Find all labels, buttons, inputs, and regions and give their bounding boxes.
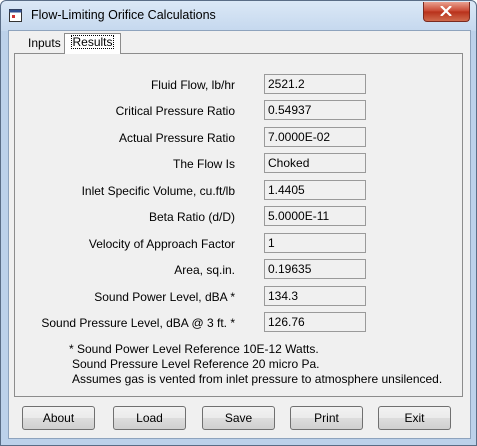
result-row-actual-pressure-ratio: Actual Pressure Ratio 7.0000E-02: [15, 127, 462, 149]
tab-inputs[interactable]: Inputs: [25, 35, 64, 52]
dialog-client-area: Inputs Results Fluid Flow, lb/hr 2521.2 …: [8, 30, 471, 439]
actual-pressure-ratio-field[interactable]: 7.0000E-02: [264, 127, 366, 147]
sound-pressure-level-label: Sound Pressure Level, dBA @ 3 ft. *: [41, 316, 235, 330]
critical-pressure-ratio-label: Critical Pressure Ratio: [115, 104, 235, 118]
beta-ratio-label: Beta Ratio (d/D): [148, 210, 235, 224]
close-button[interactable]: [423, 2, 470, 22]
footnote-sound-pressure: Sound Pressure Level Reference 20 micro …: [72, 357, 320, 371]
result-row-area: Area, sq.in. 0.19635: [15, 259, 462, 281]
tab-results-label: Results: [71, 35, 114, 49]
tab-results[interactable]: Results: [64, 33, 121, 54]
footnote-sound-power: * Sound Power Level Reference 10E-12 Wat…: [69, 342, 319, 356]
footnote-assumption: Assumes gas is vented from inlet pressur…: [72, 372, 443, 386]
result-row-flow-is: The Flow Is Choked: [15, 153, 462, 175]
fluid-flow-field[interactable]: 2521.2: [264, 74, 366, 94]
app-window: Flow-Limiting Orifice Calculations Input…: [0, 0, 477, 446]
actual-pressure-ratio-label: Actual Pressure Ratio: [118, 131, 235, 145]
flow-is-label: The Flow Is: [172, 157, 235, 171]
title-bar[interactable]: Flow-Limiting Orifice Calculations: [1, 1, 476, 31]
window-title: Flow-Limiting Orifice Calculations: [31, 8, 216, 22]
result-row-inlet-specific-volume: Inlet Specific Volume, cu.ft/lb 1.4405: [15, 180, 462, 202]
results-panel: Fluid Flow, lb/hr 2521.2 Critical Pressu…: [14, 53, 463, 397]
area-label: Area, sq.in.: [174, 263, 235, 277]
about-button[interactable]: About: [22, 406, 95, 430]
print-button[interactable]: Print: [290, 406, 363, 430]
sound-power-level-field[interactable]: 134.3: [264, 286, 366, 306]
save-button[interactable]: Save: [202, 406, 275, 430]
sound-power-level-label: Sound Power Level, dBA *: [94, 290, 235, 304]
load-button[interactable]: Load: [113, 406, 186, 430]
velocity-of-approach-field[interactable]: 1: [264, 233, 366, 253]
result-row-sound-pressure-level: Sound Pressure Level, dBA @ 3 ft. * 126.…: [15, 312, 462, 334]
close-icon: [440, 6, 452, 16]
critical-pressure-ratio-field[interactable]: 0.54937: [264, 100, 366, 120]
inlet-specific-volume-label: Inlet Specific Volume, cu.ft/lb: [81, 184, 235, 198]
result-row-fluid-flow: Fluid Flow, lb/hr 2521.2: [15, 74, 462, 96]
result-row-sound-power-level: Sound Power Level, dBA * 134.3: [15, 286, 462, 308]
result-row-beta-ratio: Beta Ratio (d/D) 5.0000E-11: [15, 206, 462, 228]
exit-button[interactable]: Exit: [378, 406, 451, 430]
result-row-velocity-of-approach: Velocity of Approach Factor 1: [15, 233, 462, 255]
area-field[interactable]: 0.19635: [264, 259, 366, 279]
result-row-critical-pressure-ratio: Critical Pressure Ratio 0.54937: [15, 100, 462, 122]
inlet-specific-volume-field[interactable]: 1.4405: [264, 180, 366, 200]
app-icon: [9, 9, 22, 22]
sound-pressure-level-field[interactable]: 126.76: [264, 312, 366, 332]
velocity-of-approach-label: Velocity of Approach Factor: [88, 237, 235, 251]
flow-is-field[interactable]: Choked: [264, 153, 366, 173]
beta-ratio-field[interactable]: 5.0000E-11: [264, 206, 366, 226]
fluid-flow-label: Fluid Flow, lb/hr: [150, 78, 235, 92]
